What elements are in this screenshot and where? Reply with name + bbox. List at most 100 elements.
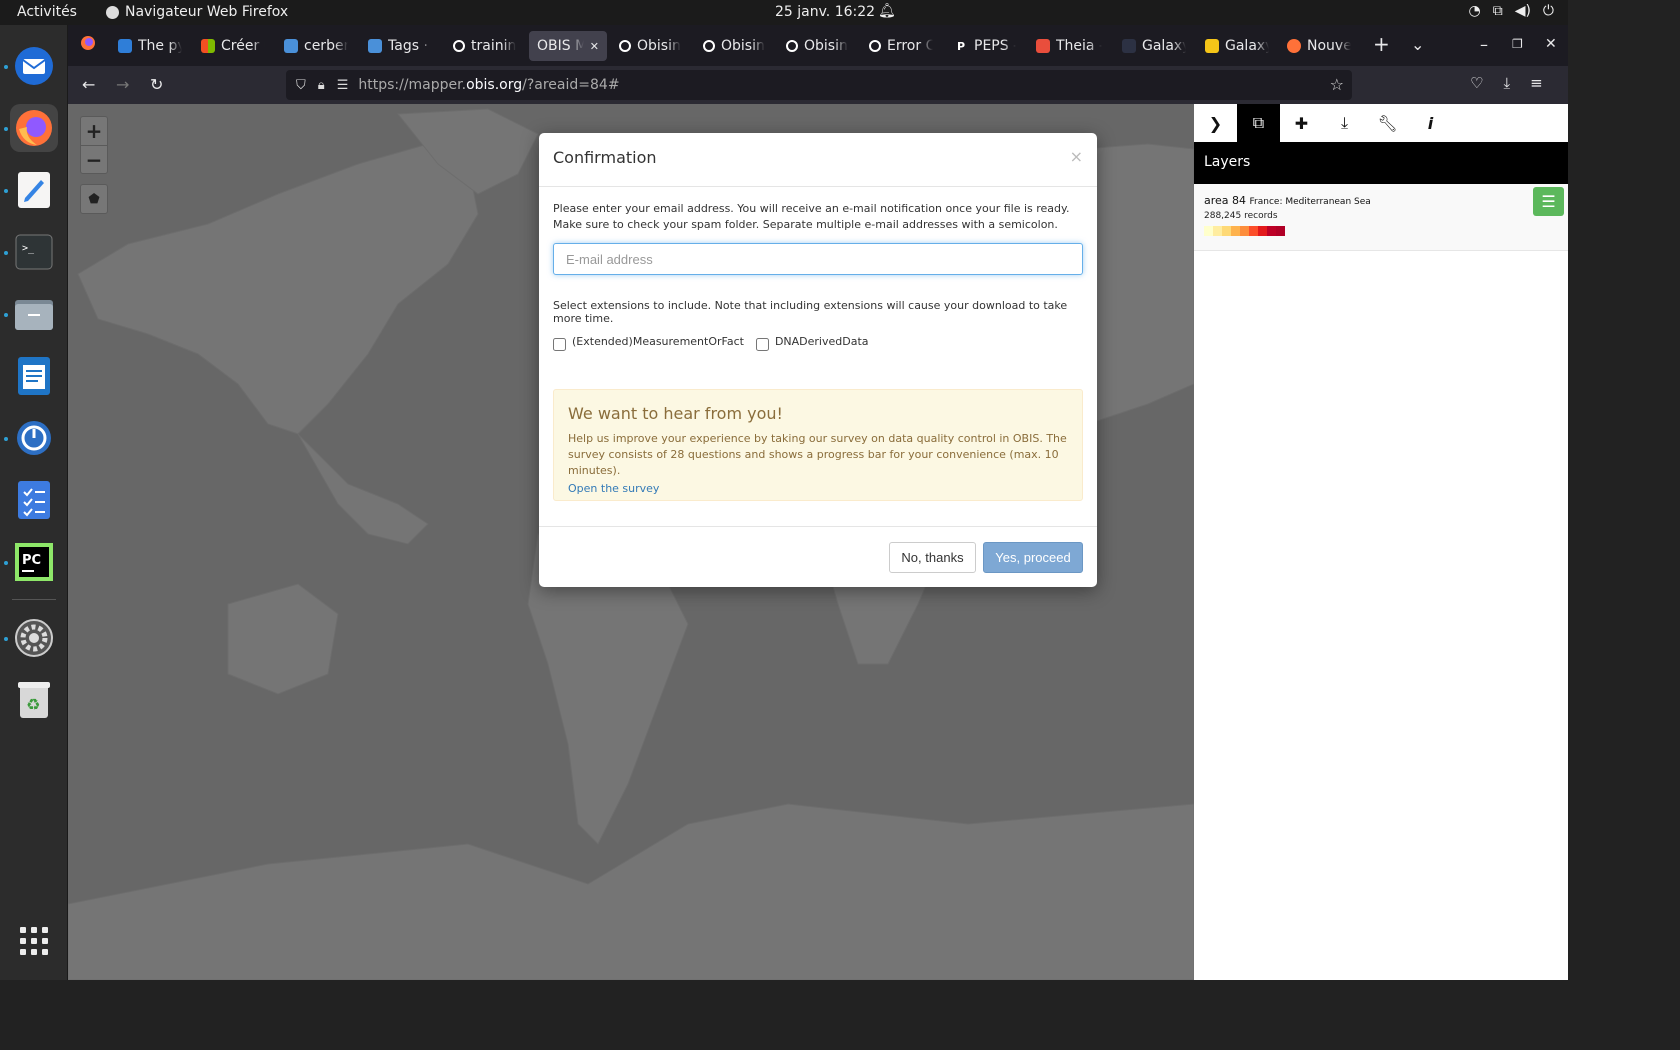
show-apps-icon[interactable] [20, 927, 48, 955]
browser-tab[interactable]: Créer u [193, 31, 273, 61]
close-window-button[interactable]: ✕ [1545, 36, 1557, 52]
yes-proceed-button[interactable]: Yes, proceed [983, 542, 1083, 573]
measurement-or-fact-checkbox[interactable] [553, 338, 566, 351]
browser-tab[interactable]: Tags · e [360, 31, 440, 61]
system-tray[interactable]: ◔ ⧉ ◀) ⏻ [1468, 3, 1554, 19]
dock: >_ PC ♻ [0, 25, 68, 980]
tab-label: Créer u [221, 38, 265, 54]
terminal-icon: >_ [15, 234, 53, 270]
email-input[interactable] [553, 243, 1083, 275]
book-icon [118, 39, 132, 53]
tracking-shield-icon[interactable]: ⛉ [296, 78, 306, 93]
browser-tab[interactable]: The py [110, 31, 190, 61]
navigation-bar: ← → ↻ ⛉ 🔒︎ ☰ https://mapper.obis.org/?ar… [68, 66, 1568, 104]
trash-icon: ♻ [18, 682, 50, 718]
browser-tab[interactable]: Theia - [1028, 31, 1110, 61]
svg-text:>_: >_ [22, 243, 35, 254]
browser-tab[interactable]: OBIS Ma ✕ [529, 31, 607, 61]
browser-tab[interactable]: Error C [861, 31, 941, 61]
gear-icon [15, 619, 53, 657]
browser-tab[interactable]: Nouvel [1279, 31, 1359, 61]
browser-tab[interactable]: Galaxy [1197, 31, 1277, 61]
lock-icon[interactable]: 🔒︎ [318, 78, 325, 93]
pocket-icon[interactable]: ♡ [1470, 74, 1483, 92]
color-scale-swatch [1240, 226, 1249, 236]
running-indicator [4, 561, 8, 565]
browser-tab[interactable]: cerber [276, 31, 356, 61]
info-icon[interactable]: i [1409, 104, 1452, 142]
minimize-button[interactable]: – [1480, 35, 1488, 54]
settings-launcher[interactable] [10, 614, 58, 662]
no-thanks-button[interactable]: No, thanks [889, 542, 976, 573]
app-menu-icon[interactable]: ≡ [1530, 74, 1543, 92]
close-dialog-button[interactable]: × [1070, 147, 1083, 166]
new-tab-button[interactable]: + [1373, 32, 1390, 56]
browser-tab[interactable]: trainin [445, 31, 525, 61]
downloads-icon[interactable]: ⤓ [1503, 74, 1510, 92]
activities-button[interactable]: Activités [17, 4, 77, 20]
browser-tab[interactable]: P PEPS - [946, 31, 1024, 61]
trash-launcher[interactable]: ♻ [10, 676, 58, 724]
layer-item[interactable]: area 84 France: Mediterranean Sea 288,24… [1194, 184, 1568, 251]
browser-tab[interactable]: Obisin [611, 31, 691, 61]
permissions-icon[interactable]: ☰ [337, 78, 349, 93]
browser-tab[interactable]: Galaxy [1114, 31, 1194, 61]
extension-option[interactable]: (Extended)MeasurementOrFact [553, 335, 744, 351]
download-button[interactable]: ⤓ [1323, 104, 1366, 142]
extension-option[interactable]: DNADerivedData [755, 335, 869, 351]
terminal-launcher[interactable]: >_ [10, 228, 58, 276]
email-instructions: Please enter your email address. You wil… [553, 202, 1070, 231]
bookmark-star-icon[interactable]: ☆ [1330, 75, 1344, 94]
forward-button[interactable]: → [116, 75, 129, 94]
github-icon [703, 40, 715, 52]
text-editor-icon [18, 172, 50, 208]
files-launcher[interactable] [10, 290, 58, 338]
open-survey-link[interactable]: Open the survey [568, 482, 1068, 495]
url-bar[interactable]: ⛉ 🔒︎ ☰ https://mapper.obis.org/?areaid=8… [286, 70, 1352, 100]
github-icon [869, 40, 881, 52]
collapse-sidebar-button[interactable]: ❯ [1194, 104, 1237, 142]
firefox-launcher[interactable] [10, 104, 58, 152]
thunderbird-icon [15, 47, 53, 85]
color-scale-legend [1204, 226, 1558, 236]
wrench-icon[interactable]: 🔧︎ [1366, 104, 1409, 142]
running-indicator [4, 637, 8, 641]
tab-label: trainin [471, 38, 517, 54]
libreoffice-writer-launcher[interactable] [10, 352, 58, 400]
github-icon [619, 40, 631, 52]
running-indicator [4, 127, 8, 131]
timer-app-launcher[interactable] [10, 414, 58, 462]
notification-bell-icon: 🔔︎ [878, 3, 896, 19]
app-menu[interactable]: Navigateur Web Firefox [106, 4, 288, 20]
firefox-icon [16, 110, 52, 146]
checklist-icon [18, 481, 50, 519]
layer-region: France: Mediterranean Sea [1249, 197, 1371, 207]
url-text[interactable]: https://mapper.obis.org/?areaid=84# [358, 77, 619, 93]
firefox-view-icon[interactable] [80, 35, 96, 55]
peps-icon: P [956, 39, 966, 53]
running-indicator [4, 313, 8, 317]
system-top-bar: Activités Navigateur Web Firefox 25 janv… [0, 0, 1568, 25]
tasks-launcher[interactable] [10, 476, 58, 524]
close-tab-icon[interactable]: ✕ [590, 40, 599, 53]
galaxy-icon [1122, 39, 1136, 53]
pycharm-launcher[interactable]: PC [10, 538, 58, 586]
list-all-tabs-button[interactable]: ⌄ [1411, 35, 1424, 54]
layer-menu-button[interactable]: ☰ [1533, 187, 1564, 216]
dna-derived-data-checkbox[interactable] [755, 338, 769, 351]
layers-tab-icon[interactable]: ⧉ [1237, 104, 1280, 142]
layers-header: Layers [1194, 142, 1568, 184]
clock[interactable]: 25 janv. 16:22 [775, 4, 875, 20]
add-layer-button[interactable]: ✚ [1280, 104, 1323, 142]
dialog-header: Confirmation [539, 133, 1097, 187]
back-button[interactable]: ← [82, 75, 95, 94]
galaxy-icon [1205, 39, 1219, 53]
color-scale-swatch [1213, 226, 1222, 236]
dna-derived-data-label: DNADerivedData [774, 335, 869, 348]
restore-button[interactable]: ❐ [1512, 37, 1523, 51]
reload-button[interactable]: ↻ [150, 75, 163, 94]
thunderbird-launcher[interactable] [10, 42, 58, 90]
text-editor-launcher[interactable] [10, 166, 58, 214]
browser-tab[interactable]: Obisin [778, 31, 858, 61]
browser-tab[interactable]: Obisin [695, 31, 775, 61]
